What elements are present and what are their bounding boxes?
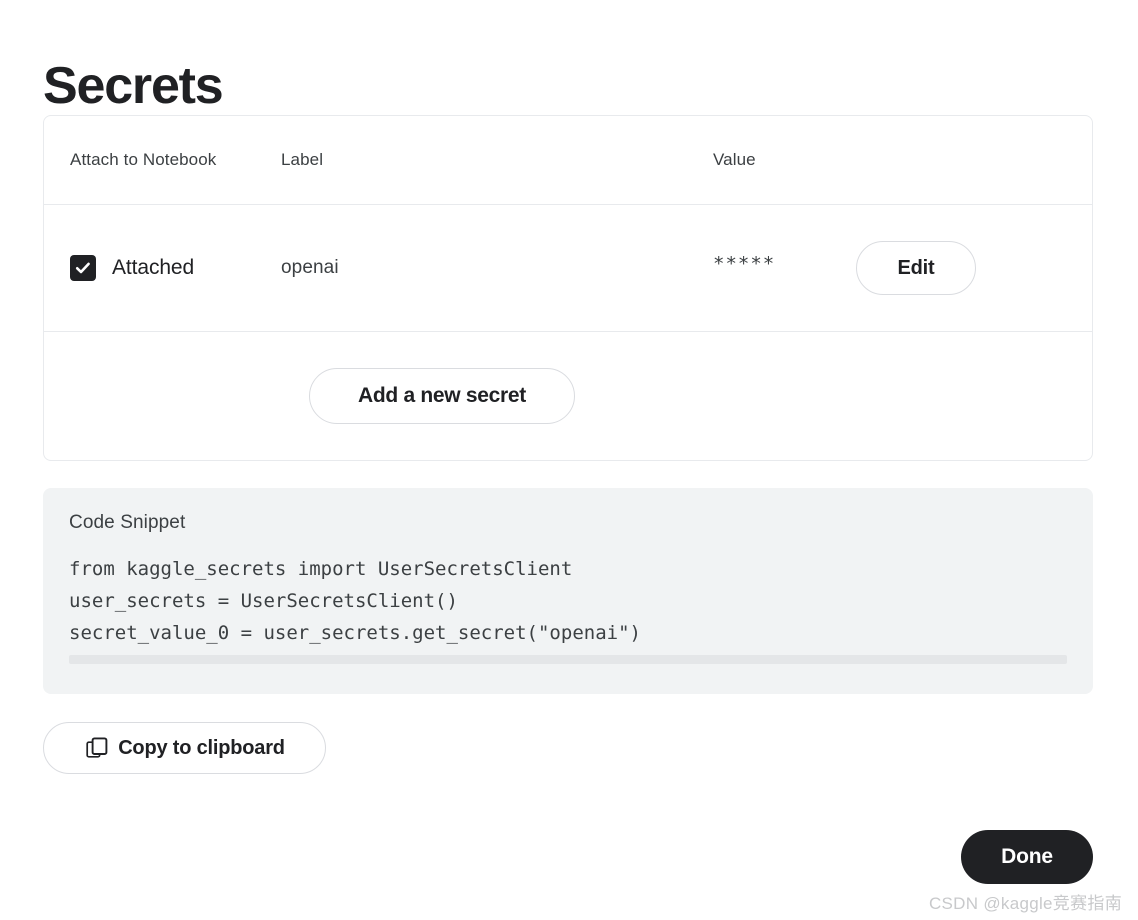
copy-icon	[86, 737, 108, 758]
code-snippet-title: Code Snippet	[69, 512, 186, 533]
secret-masked-value: *****	[713, 252, 776, 275]
code-horizontal-scrollbar[interactable]	[69, 655, 1067, 664]
check-icon	[75, 262, 90, 274]
done-button[interactable]: Done	[961, 830, 1093, 884]
code-snippet-text: from kaggle_secrets import UserSecretsCl…	[69, 558, 641, 644]
add-secret-row: Add a new secret	[44, 332, 1092, 460]
copy-to-clipboard-button[interactable]: Copy to clipboard	[43, 722, 326, 774]
watermark: CSDN @kaggle竞赛指南	[928, 894, 1122, 913]
edit-secret-button[interactable]: Edit	[856, 241, 976, 295]
secret-label-value: openai	[281, 257, 339, 278]
copy-to-clipboard-label: Copy to clipboard	[118, 736, 285, 759]
column-header-value: Value	[713, 150, 756, 169]
table-header-row: Attach to Notebook Label Value	[44, 116, 1092, 205]
row-actions-cell: Edit	[856, 241, 1092, 295]
column-header-attach: Attach to Notebook	[70, 150, 217, 169]
attach-cell: Attached	[44, 255, 281, 281]
column-header-label: Label	[281, 150, 324, 169]
attach-checkbox[interactable]	[70, 255, 96, 281]
add-new-secret-button[interactable]: Add a new secret	[309, 368, 575, 424]
secrets-card: Attach to Notebook Label Value Attached …	[43, 115, 1093, 461]
attach-status-label: Attached	[112, 256, 195, 279]
page-title: Secrets	[43, 56, 224, 115]
table-row: Attached openai ***** Edit	[44, 205, 1092, 332]
